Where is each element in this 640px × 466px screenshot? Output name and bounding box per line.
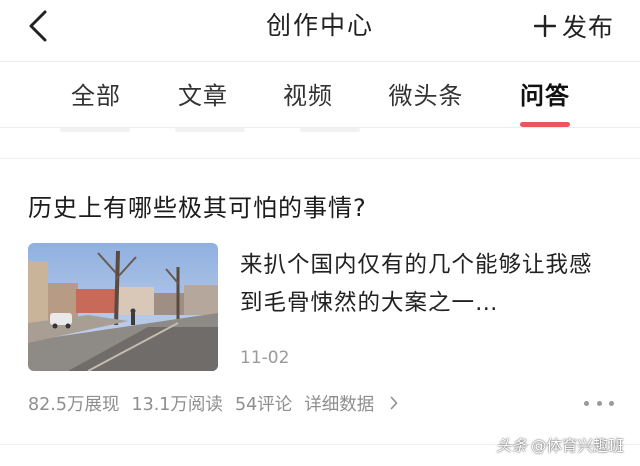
watermark: 头条 @体育兴趣班 — [496, 434, 624, 456]
publish-button[interactable]: 发布 — [533, 8, 614, 44]
publish-label: 发布 — [561, 13, 614, 42]
comments-count: 54评论 — [234, 394, 293, 415]
more-dots-icon — [584, 400, 589, 406]
previous-item-clipped — [0, 128, 640, 159]
back-button[interactable] — [20, 6, 56, 46]
article-stats: 82.5万展现 13.1万阅读 54评论 详细数据 — [28, 391, 422, 415]
plus-icon — [533, 15, 556, 37]
more-options-button[interactable] — [584, 393, 614, 413]
tab-videos[interactable]: 视频 — [283, 78, 333, 114]
watermark-brand: 头条 — [495, 437, 527, 455]
impressions-count: 82.5万展现 — [28, 394, 120, 415]
content-tabs: 全部 文章 视频 微头条 问答 — [0, 62, 640, 128]
article-card[interactable]: 历史上有哪些极其可怕的事情? 来扒个国内仅有的几个能够让我感到毛骨悚然的大案之一… — [0, 160, 640, 445]
chevron-left-icon — [29, 10, 47, 42]
detail-data-label: 详细数据 — [304, 394, 375, 415]
article-title[interactable]: 历史上有哪些极其可怕的事情? — [28, 190, 367, 226]
top-bar: 创作中心 发布 — [0, 0, 640, 62]
tab-micro-posts[interactable]: 微头条 — [389, 78, 464, 114]
article-thumbnail[interactable] — [28, 243, 218, 371]
active-tab-indicator — [520, 122, 570, 127]
creator-center-page: 创作中心 发布 全部 文章 视频 微头条 问答 历史上有哪些极其可怕的事情? 来… — [0, 0, 640, 466]
tab-qa[interactable]: 问答 — [520, 78, 570, 114]
watermark-account: @体育兴趣班 — [530, 437, 624, 455]
chevron-right-icon — [390, 396, 398, 410]
detail-data-link[interactable]: 详细数据 — [304, 391, 410, 416]
article-date: 11-02 — [240, 348, 290, 368]
street-scene-image — [28, 243, 218, 371]
reads-count: 13.1万阅读 — [131, 394, 223, 415]
article-excerpt[interactable]: 来扒个国内仅有的几个能够让我感到毛骨悚然的大案之一… — [240, 246, 610, 322]
tab-all[interactable]: 全部 — [71, 78, 121, 114]
tab-articles[interactable]: 文章 — [178, 78, 228, 114]
